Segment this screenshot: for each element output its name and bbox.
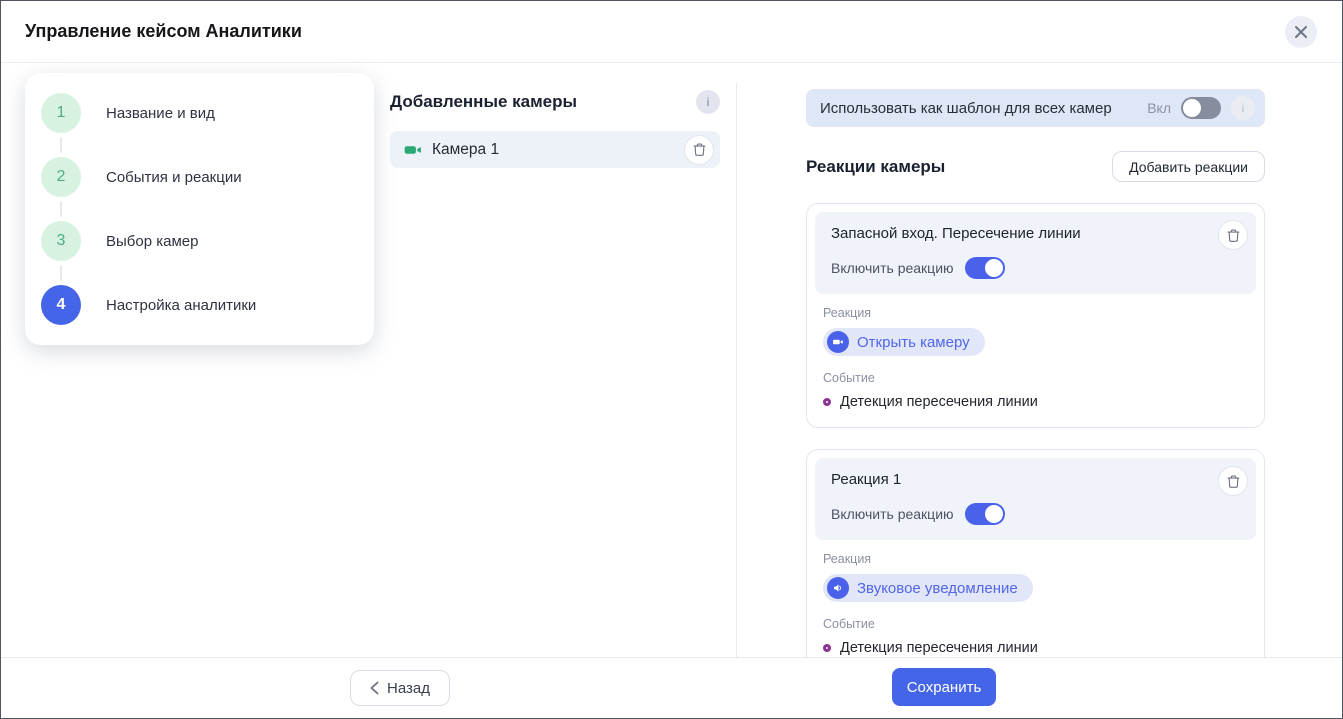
add-reactions-button[interactable]: Добавить реакции bbox=[1112, 151, 1265, 182]
reaction-field-label: Реакция bbox=[823, 552, 1248, 566]
reaction-chip[interactable]: Открыть камеру bbox=[823, 328, 985, 356]
toggle-knob bbox=[985, 259, 1003, 277]
speaker-icon bbox=[827, 577, 849, 599]
added-cameras-heading: Добавленные камеры bbox=[390, 92, 577, 112]
step-connector bbox=[60, 265, 62, 281]
reaction-card: Запасной вход. Пересечение линии Включит… bbox=[806, 203, 1265, 428]
camera-name: Камера 1 bbox=[432, 141, 499, 159]
event-name: Детекция пересечения линии bbox=[840, 640, 1038, 656]
reaction-card-header: Запасной вход. Пересечение линии Включит… bbox=[815, 212, 1256, 294]
info-icon[interactable]: i bbox=[696, 90, 720, 114]
added-cameras-panel: Добавленные камеры i Камера 1 bbox=[390, 63, 720, 168]
event-field-label: Событие bbox=[823, 617, 1248, 631]
camera-settings-panel: Использовать как шаблон для всех камер В… bbox=[806, 63, 1265, 674]
delete-reaction-button[interactable] bbox=[1218, 220, 1248, 250]
info-icon[interactable]: i bbox=[1231, 96, 1255, 120]
delete-reaction-button[interactable] bbox=[1218, 466, 1248, 496]
trash-icon bbox=[692, 142, 707, 157]
template-toggle-bar: Использовать как шаблон для всех камер В… bbox=[806, 89, 1265, 127]
dialog-header: Управление кейсом Аналитики bbox=[1, 1, 1342, 63]
event-row: Детекция пересечения линии bbox=[823, 394, 1248, 410]
step-label: Настройка аналитики bbox=[106, 297, 256, 314]
close-button[interactable] bbox=[1285, 16, 1317, 48]
step-label: Название и вид bbox=[106, 105, 215, 122]
reaction-title: Реакция 1 bbox=[831, 471, 1244, 488]
stepper-step-4[interactable]: 4 Настройка аналитики bbox=[41, 285, 374, 325]
enable-reaction-toggle[interactable] bbox=[965, 503, 1005, 525]
toggle-knob bbox=[1183, 99, 1201, 117]
event-ring-icon bbox=[823, 644, 831, 652]
close-icon bbox=[1294, 25, 1308, 39]
save-button[interactable]: Сохранить bbox=[892, 668, 996, 706]
event-row: Детекция пересечения линии bbox=[823, 640, 1248, 656]
reaction-chip-label: Открыть камеру bbox=[857, 334, 970, 351]
enable-reaction-label: Включить реакцию bbox=[831, 260, 954, 276]
toggle-state-label: Вкл bbox=[1147, 100, 1171, 116]
back-button-label: Назад bbox=[387, 680, 430, 697]
reaction-chip-label: Звуковое уведомление bbox=[857, 580, 1018, 597]
trash-icon bbox=[1226, 474, 1241, 489]
stepper-step-2[interactable]: 2 События и реакции bbox=[41, 157, 374, 197]
stepper-card: 1 Название и вид 2 События и реакции 3 В… bbox=[25, 73, 374, 345]
reaction-card-header: Реакция 1 Включить реакцию bbox=[815, 458, 1256, 540]
step-label: Выбор камер bbox=[106, 233, 198, 250]
reaction-card: Реакция 1 Включить реакцию Реакция bbox=[806, 449, 1265, 674]
camera-list-item[interactable]: Камера 1 bbox=[390, 131, 720, 168]
event-field-label: Событие bbox=[823, 371, 1248, 385]
toggle-knob bbox=[985, 505, 1003, 523]
template-toggle-label: Использовать как шаблон для всех камер bbox=[820, 100, 1112, 117]
enable-reaction-toggle[interactable] bbox=[965, 257, 1005, 279]
stepper-step-3[interactable]: 3 Выбор камер bbox=[41, 221, 374, 261]
step-number-badge: 3 bbox=[41, 221, 81, 261]
trash-icon bbox=[1226, 228, 1241, 243]
event-ring-icon bbox=[823, 398, 831, 406]
enable-reaction-label: Включить реакцию bbox=[831, 506, 954, 522]
back-button[interactable]: Назад bbox=[350, 670, 450, 706]
step-number-badge: 2 bbox=[41, 157, 81, 197]
reaction-title: Запасной вход. Пересечение линии bbox=[831, 225, 1244, 242]
step-number-badge: 1 bbox=[41, 93, 81, 133]
template-toggle[interactable] bbox=[1181, 97, 1221, 119]
analytics-case-dialog: Управление кейсом Аналитики 1 Название и… bbox=[0, 0, 1343, 719]
page-title: Управление кейсом Аналитики bbox=[25, 1, 302, 62]
dialog-footer: Назад Сохранить bbox=[1, 657, 1342, 718]
reaction-chip[interactable]: Звуковое уведомление bbox=[823, 574, 1033, 602]
stepper-step-1[interactable]: 1 Название и вид bbox=[41, 93, 374, 133]
camera-icon bbox=[827, 331, 849, 353]
delete-camera-button[interactable] bbox=[684, 135, 714, 165]
step-connector bbox=[60, 201, 62, 217]
video-camera-icon bbox=[403, 140, 423, 160]
step-label: События и реакции bbox=[106, 169, 242, 186]
reaction-field-label: Реакция bbox=[823, 306, 1248, 320]
event-name: Детекция пересечения линии bbox=[840, 394, 1038, 410]
chevron-left-icon bbox=[370, 681, 379, 695]
column-divider bbox=[736, 83, 737, 659]
step-connector bbox=[60, 137, 62, 153]
step-number-badge: 4 bbox=[41, 285, 81, 325]
reactions-heading: Реакции камеры bbox=[806, 157, 945, 177]
